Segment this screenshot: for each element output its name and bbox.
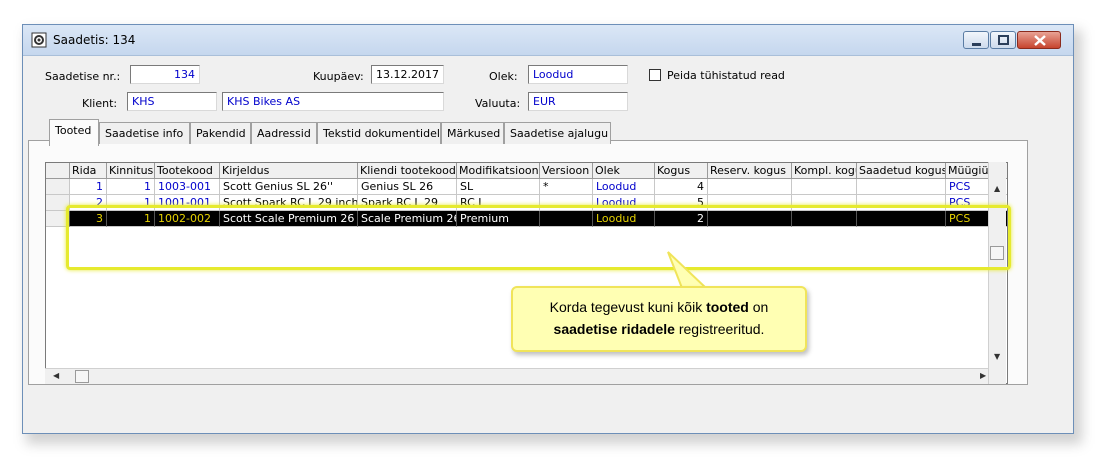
kuupaev-field[interactable]: 13.12.2017 — [371, 65, 444, 84]
scroll-up-arrow-icon[interactable]: ▲ — [994, 184, 1000, 193]
cell-reserv-kogus — [708, 211, 792, 227]
cell-rida: 2 — [70, 195, 107, 211]
cell-kompl-kogus — [792, 179, 857, 195]
col-header-kirjeldus[interactable]: Kirjeldus — [220, 163, 358, 179]
cell-olek: Loodud — [593, 211, 655, 227]
cell-reserv-kogus — [708, 195, 792, 211]
klient-code-field[interactable]: KHS — [127, 92, 217, 111]
valuuta-field[interactable]: EUR — [528, 92, 628, 111]
peida-tuhistatud-checkbox[interactable] — [649, 69, 661, 81]
cell-versioon — [540, 195, 593, 211]
scroll-left-arrow-icon[interactable]: ◀ — [53, 371, 59, 380]
col-header-reserv-kogus[interactable]: Reserv. kogus — [708, 163, 792, 179]
cell-kinnitus: 1 — [107, 179, 155, 195]
callout-text-1: Korda tegevust kuni kõik — [549, 299, 707, 315]
row-selector[interactable] — [46, 195, 70, 211]
col-header-kompl-kogus[interactable]: Kompl. kogu — [792, 163, 857, 179]
peida-tuhistatud-label: Peida tühistatud read — [667, 69, 785, 82]
scroll-down-arrow-icon[interactable]: ▼ — [994, 352, 1000, 361]
cell-tootekood[interactable]: 1002-002 — [155, 211, 220, 227]
col-header-modifikatsioon[interactable]: Modifikatsioon — [457, 163, 540, 179]
maximize-button[interactable] — [990, 31, 1016, 49]
cell-kliendi-tootekood: Spark RC L 29 — [358, 195, 457, 211]
col-header-rida[interactable]: Rida — [70, 163, 107, 179]
cell-saadetud-kogus — [857, 195, 946, 211]
instruction-callout: Korda tegevust kuni kõik tooted on saade… — [511, 286, 807, 352]
tab-markused[interactable]: Märkused — [441, 122, 504, 144]
callout-text-2: on — [748, 299, 769, 315]
tab-saadetise-ajalugu[interactable]: Saadetise ajalugu — [504, 122, 611, 144]
row-selector[interactable] — [46, 211, 70, 227]
cell-kogus: 2 — [655, 211, 708, 227]
close-button[interactable] — [1017, 31, 1061, 49]
tab-aadressid[interactable]: Aadressid — [251, 122, 317, 144]
cell-kogus: 4 — [655, 179, 708, 195]
callout-pointer-icon — [667, 251, 709, 289]
callout-text-3: registreeritud. — [674, 321, 765, 337]
vertical-scroll-thumb[interactable] — [990, 246, 1004, 260]
cell-kliendi-tootekood: Scale Premium 26 — [358, 211, 457, 227]
cell-rida: 1 — [70, 179, 107, 195]
callout-bold-2: saadetise ridadele — [553, 321, 675, 337]
klient-name-field[interactable]: KHS Bikes AS — [222, 92, 444, 111]
cell-reserv-kogus — [708, 179, 792, 195]
tab-pakendid[interactable]: Pakendid — [190, 122, 251, 144]
cell-saadetud-kogus — [857, 211, 946, 227]
col-header-versioon[interactable]: Versioon — [540, 163, 593, 179]
klient-label: Klient: — [82, 97, 118, 110]
horizontal-scrollbar[interactable]: ◀ ▶ — [45, 368, 988, 384]
app-icon — [31, 32, 47, 48]
cell-modifikatsioon: RC L — [457, 195, 540, 211]
cell-saadetud-kogus — [857, 179, 946, 195]
olek-label: Olek: — [489, 70, 518, 83]
cell-kirjeldus: Scott Scale Premium 26 in — [220, 211, 358, 227]
cell-modifikatsioon: SL — [457, 179, 540, 195]
window-title: Saadetis: 134 — [53, 33, 136, 47]
cell-kinnitus: 1 — [107, 211, 155, 227]
cell-kompl-kogus — [792, 211, 857, 227]
cell-modifikatsioon: Premium — [457, 211, 540, 227]
saadetise-nr-field[interactable]: 134 — [130, 65, 200, 84]
cell-kliendi-tootekood: Genius SL 26 — [358, 179, 457, 195]
cell-tootekood[interactable]: 1001-001 — [155, 195, 220, 211]
title-bar: Saadetis: 134 — [23, 25, 1073, 56]
minimize-button[interactable] — [963, 31, 989, 49]
tab-saadetise-info[interactable]: Saadetise info — [99, 122, 190, 144]
col-header-kliendi-tootekood[interactable]: Kliendi tootekood — [358, 163, 457, 179]
col-header-saadetud-kogus[interactable]: Saadetud kogus — [857, 163, 946, 179]
saadetise-nr-label: Saadetise nr.: — [45, 70, 121, 83]
cell-versioon: * — [540, 179, 593, 195]
valuuta-label: Valuuta: — [475, 97, 521, 110]
cell-tootekood[interactable]: 1003-001 — [155, 179, 220, 195]
horizontal-scroll-thumb[interactable] — [75, 370, 89, 383]
cell-rida: 3 — [70, 211, 107, 227]
cell-kogus: 5 — [655, 195, 708, 211]
olek-field[interactable]: Loodud — [528, 65, 628, 84]
tab-tekstid-dokumentidel[interactable]: Tekstid dokumentidel — [317, 122, 441, 144]
tab-tooted[interactable]: Tooted — [49, 119, 99, 146]
col-header-olek[interactable]: Olek — [593, 163, 655, 179]
cell-kompl-kogus — [792, 195, 857, 211]
col-header-tootekood[interactable]: Tootekood — [155, 163, 220, 179]
cell-kirjeldus: Scott Genius SL 26'' — [220, 179, 358, 195]
row-header-corner — [46, 163, 70, 179]
cell-olek: Loodud — [593, 179, 655, 195]
col-header-kogus[interactable]: Kogus — [655, 163, 708, 179]
cell-kirjeldus: Scott Spark RC L 29 inch — [220, 195, 358, 211]
cell-kinnitus: 1 — [107, 195, 155, 211]
row-selector[interactable] — [46, 179, 70, 195]
kuupaev-label: Kuupäev: — [313, 70, 364, 83]
scroll-right-arrow-icon[interactable]: ▶ — [980, 371, 986, 380]
col-header-kinnitus[interactable]: Kinnitus — [107, 163, 155, 179]
callout-bold-1: tooted — [706, 299, 749, 315]
vertical-scrollbar[interactable]: ▲ ▼ — [988, 162, 1006, 384]
cell-olek: Loodud — [593, 195, 655, 211]
cell-versioon — [540, 211, 593, 227]
